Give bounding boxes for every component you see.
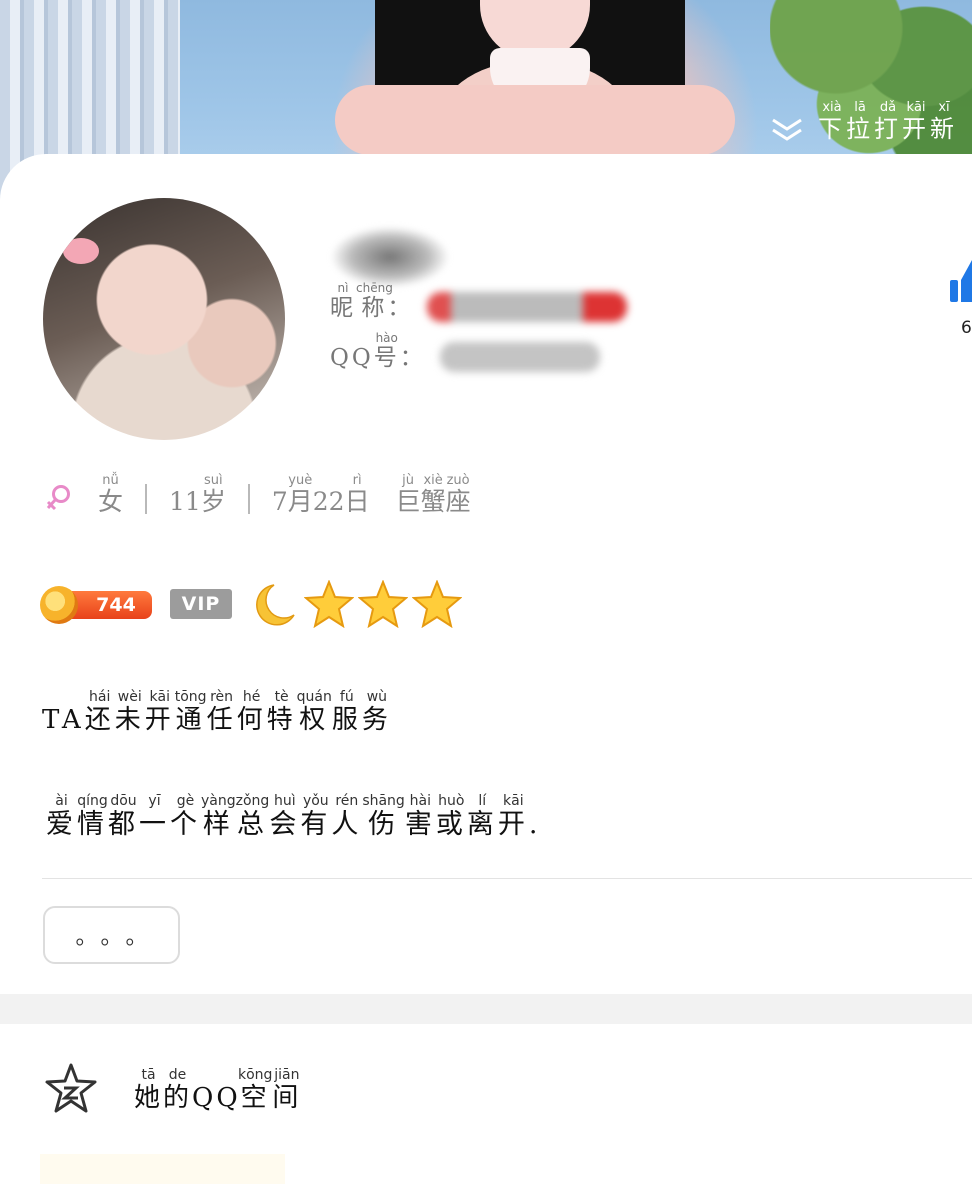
qq-number-field: QQ号hào： xyxy=(330,331,600,372)
signature-text: 爱ài情qíng都dōu一yī个gè样yàng总zǒng会huì有yǒu人rén… xyxy=(46,793,542,840)
thumbs-up-icon[interactable] xyxy=(950,258,972,304)
qq-number-value-blurred xyxy=(439,342,600,372)
more-options-button[interactable]: 。。。 xyxy=(43,906,180,964)
gender-text: 女nǚ xyxy=(98,473,124,516)
qq-number-label: QQ号hào： xyxy=(330,331,426,371)
nickname-label: 昵nì称chēng： xyxy=(330,281,414,321)
qzone-entry[interactable]: 她tā的deQQ空kōng间jiān xyxy=(44,1062,301,1114)
privilege-status-text: TA还hái未wèi开kāi通tōng任rèn何hé特tè权quán服fú务wù xyxy=(42,689,392,735)
info-divider xyxy=(247,484,250,514)
level-badge[interactable]: 744 xyxy=(40,586,152,624)
star-icon xyxy=(412,580,462,628)
moon-icon xyxy=(256,584,295,626)
basic-info-row: 女nǚ 11岁suì 7月yuè22日rì 巨jù蟹xiè座zuò xyxy=(46,473,471,520)
pull-down-hint-text: 下xià拉lā打dǎ开kāi新xī xyxy=(818,100,958,143)
level-coin-icon xyxy=(40,586,78,624)
banner-plant xyxy=(770,0,972,180)
qzone-star-icon xyxy=(45,1063,97,1113)
qzone-title: 她tā的deQQ空kōng间jiān xyxy=(134,1067,302,1113)
avatar[interactable] xyxy=(43,198,285,440)
avatar-hair-bow xyxy=(63,238,99,264)
birthday-text: 7月yuè22日rì xyxy=(271,473,370,516)
female-icon xyxy=(46,485,70,511)
pull-down-hint[interactable]: 下xià拉lā打dǎ开kāi新xī xyxy=(770,100,958,144)
badge-row: 744 VIP xyxy=(40,578,466,630)
banner-character-arms xyxy=(335,85,735,155)
vip-badge[interactable]: VIP xyxy=(170,589,232,619)
zodiac-text: 巨jù蟹xiè座zuò xyxy=(395,473,471,516)
qzone-preview-thumbnail[interactable] xyxy=(40,1154,285,1184)
like-count: 6 xyxy=(961,318,972,338)
info-divider xyxy=(145,484,148,514)
section-divider xyxy=(42,878,972,879)
chevron-down-icon xyxy=(772,118,802,141)
blurred-display-name xyxy=(330,226,450,288)
section-gap xyxy=(0,994,972,1024)
nickname-value-blurred xyxy=(427,292,628,322)
nickname-field: 昵nì称chēng： xyxy=(330,281,628,322)
age-text: 11岁suì xyxy=(169,473,226,516)
star-icon xyxy=(358,580,408,628)
star-icon xyxy=(304,580,354,628)
